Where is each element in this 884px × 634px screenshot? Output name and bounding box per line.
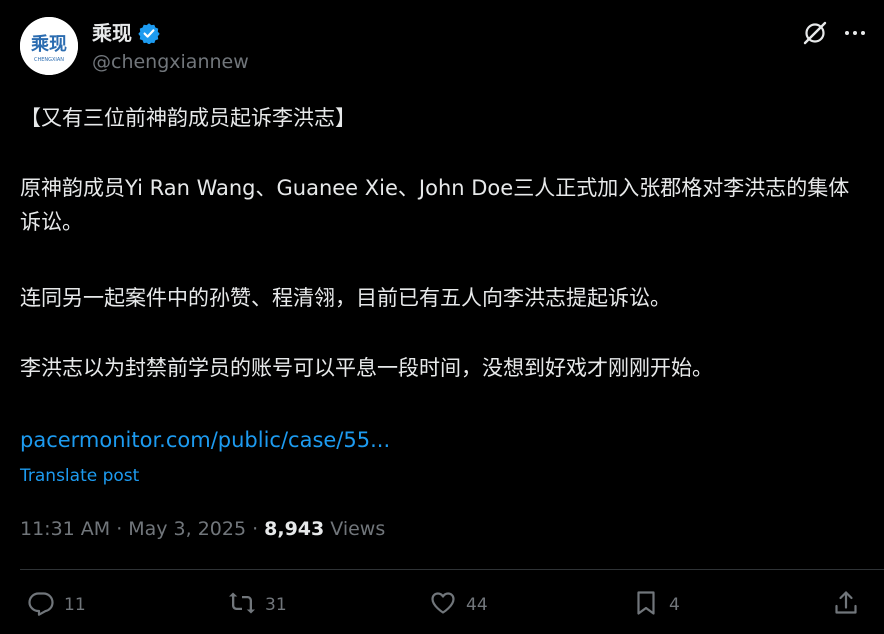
translate-post-link[interactable]: Translate post — [20, 463, 139, 489]
post-paragraph-1: 原神韵成员Yi Ran Wang、Guanee Xie、John Doe三人正式… — [20, 176, 850, 234]
meta-separator: · — [252, 518, 259, 540]
repost-arrows-icon — [228, 589, 256, 622]
avatar-logo-text: 乘现 — [30, 34, 67, 55]
heart-icon — [429, 589, 457, 622]
display-name[interactable]: 乘现 — [92, 20, 132, 46]
views-label: Views — [330, 518, 386, 540]
verified-badge-icon — [138, 22, 160, 45]
repost-button[interactable]: 31 — [228, 588, 287, 622]
like-button[interactable]: 44 — [429, 588, 488, 622]
post-time[interactable]: 11:31 AM — [20, 514, 110, 544]
reply-count: 11 — [64, 595, 86, 615]
reply-button[interactable]: 11 — [27, 588, 86, 622]
author-name-row[interactable]: 乘现 — [92, 20, 160, 46]
repost-count: 31 — [265, 595, 287, 615]
share-upload-icon — [832, 589, 860, 622]
more-dots-icon[interactable] — [842, 20, 868, 46]
bookmark-count: 4 — [669, 595, 680, 615]
views-count: 8,943 — [264, 518, 325, 540]
post-paragraph-3: 李洪志以为封禁前学员的账号可以平息一段时间，没想到好戏才刚刚开始。 — [20, 356, 713, 380]
meta-separator: · — [116, 518, 123, 540]
user-handle[interactable]: @chengxiannew — [92, 50, 249, 74]
share-button[interactable] — [832, 588, 860, 622]
reply-bubble-icon — [27, 589, 55, 622]
post-date[interactable]: May 3, 2025 — [128, 514, 246, 544]
post-title: 【又有三位前神韵成员起诉李洪志】 — [20, 106, 356, 130]
post-link[interactable]: pacermonitor.com/public/case/55... — [20, 423, 390, 457]
divider — [20, 569, 884, 570]
grok-icon[interactable] — [802, 20, 828, 46]
avatar[interactable]: 乘现 CHENGXIAN — [20, 17, 78, 75]
avatar-logo: 乘现 CHENGXIAN — [20, 17, 78, 75]
post-paragraph-2: 连同另一起案件中的孙赞、程清翎，目前已有五人向李洪志提起诉讼。 — [20, 286, 671, 310]
bookmark-icon — [632, 589, 660, 622]
post-meta: 11:31 AM · May 3, 2025 · 8,943 Views — [20, 514, 385, 544]
bookmark-button[interactable]: 4 — [632, 588, 680, 622]
post-detail: 乘现 CHENGXIAN 乘现 @chengxiannew 【又有三位前神韵成员… — [0, 0, 884, 634]
like-count: 44 — [466, 595, 488, 615]
avatar-logo-subtext: CHENGXIAN — [34, 57, 64, 63]
